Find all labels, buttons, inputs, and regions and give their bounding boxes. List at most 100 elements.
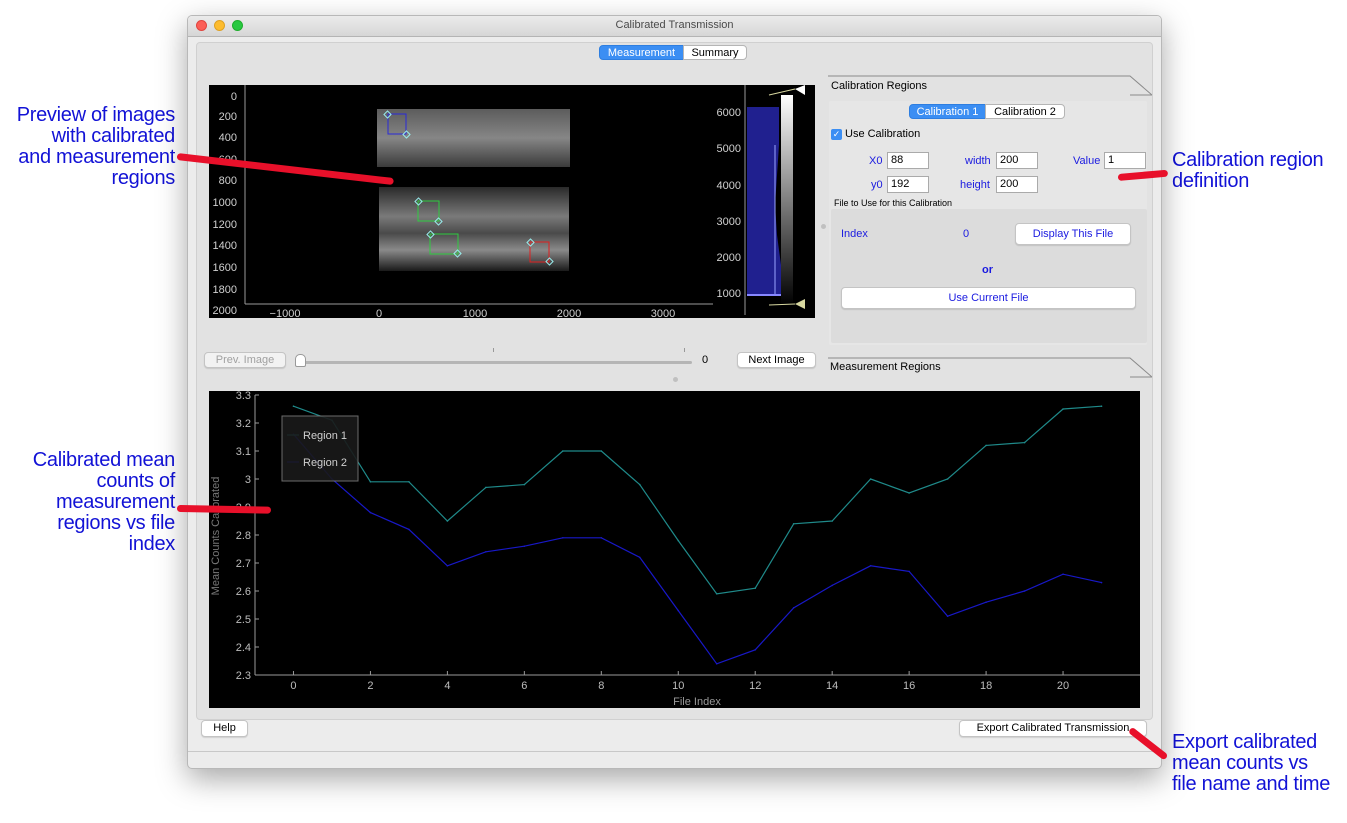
export-calibrated-transmission-button[interactable]: Export Calibrated Transmission	[959, 720, 1147, 737]
next-image-button[interactable]: Next Image	[737, 352, 816, 368]
data-point-region-1	[600, 450, 603, 452]
annotation-preview: Preview of images with calibrated and me…	[0, 104, 176, 189]
histogram-tick-label: 5000	[717, 143, 741, 155]
data-point-region-1	[754, 587, 757, 589]
annotation-line: index	[128, 533, 176, 555]
data-point-region-2	[1100, 581, 1103, 584]
data-point-region-1	[562, 450, 564, 452]
width-label: width	[965, 155, 991, 167]
data-point-region-2	[715, 663, 718, 665]
title-bar: Calibrated Transmission	[188, 16, 1161, 37]
value-label: Value	[1073, 155, 1101, 167]
y-tick-label: 2000	[213, 305, 237, 317]
help-button[interactable]: Help	[201, 720, 248, 737]
splitter-handle[interactable]	[821, 224, 826, 229]
tab-calibration-1[interactable]: Calibration 1	[909, 104, 986, 119]
annotation-line: Preview of images	[16, 104, 176, 126]
tab-summary[interactable]: Summary	[683, 45, 747, 60]
x-tick-label: 10	[672, 680, 684, 692]
annotation-line: definition	[1172, 170, 1250, 192]
data-point-region-1	[831, 520, 833, 522]
use-calibration-checkbox[interactable]: ✓	[831, 129, 842, 140]
chart-x-label: File Index	[673, 696, 721, 708]
y-tick-label: 2.6	[236, 586, 251, 598]
data-point-region-1	[446, 520, 449, 522]
main-panel: Measurement Summary 0 200 400 800 1000 1…	[196, 42, 1153, 720]
x-tick-label: 0	[376, 308, 382, 318]
data-point-region-1	[1023, 441, 1026, 444]
splitter-handle[interactable]	[673, 377, 678, 382]
y-tick-label: 1800	[213, 284, 237, 296]
data-point-region-2	[485, 551, 487, 553]
image-slider-value: 0	[702, 354, 709, 366]
y-tick-label: 200	[219, 111, 237, 123]
annotation-line: regions	[111, 167, 176, 189]
data-point-region-1	[408, 481, 410, 483]
annotation-line: Calibration region	[1172, 149, 1324, 171]
image-slider-track[interactable]	[297, 361, 692, 364]
y-tick-label: 3.3	[236, 391, 251, 402]
y-tick-label: 1400	[213, 240, 237, 252]
annotation-line: Calibrated mean	[32, 449, 176, 471]
data-point-region-2	[831, 584, 833, 587]
histogram-tick-label: 4000	[717, 180, 741, 192]
data-point-region-2	[677, 609, 680, 612]
image-slider-thumb[interactable]	[295, 354, 306, 367]
value-field[interactable]: 1	[1104, 152, 1146, 169]
mean-counts-chart[interactable]: 2.32.42.52.62.72.82.933.13.23.3024681012…	[209, 391, 1140, 708]
index-label: Index	[841, 228, 868, 240]
histogram-tick-label: 2000	[717, 252, 741, 264]
annotation-line: counts of	[96, 470, 176, 492]
tab-measurement[interactable]: Measurement	[599, 45, 684, 60]
legend-entry-region-1: Region 1	[303, 430, 347, 442]
x-tick-label: 0	[290, 680, 296, 692]
tab-calibration-2[interactable]: Calibration 2	[985, 104, 1065, 119]
height-field[interactable]: 200	[996, 176, 1038, 193]
display-this-file-button[interactable]: Display This File	[1015, 223, 1131, 245]
histogram-tick-label: 1000	[717, 288, 741, 300]
y-tick-label: 3.1	[236, 446, 251, 458]
calibration-panel-title: Calibration Regions	[831, 80, 927, 92]
y-tick-label: 3.2	[236, 418, 251, 430]
annotation-line: Export calibrated	[1172, 731, 1317, 753]
y-tick-label: 400	[219, 132, 237, 144]
y-tick-label: 3	[245, 474, 251, 486]
x-tick-label: 8	[598, 680, 604, 692]
data-point-region-2	[754, 649, 757, 651]
x-tick-label: 1000	[463, 308, 487, 318]
x-tick-label: 3000	[651, 308, 675, 318]
data-point-region-2	[908, 570, 910, 573]
annotation-line: file name and time	[1172, 773, 1331, 795]
data-point-region-2	[408, 528, 410, 531]
x0-field[interactable]: 88	[887, 152, 929, 169]
y0-field[interactable]: 192	[887, 176, 929, 193]
use-calibration-label[interactable]: Use Calibration	[845, 128, 920, 140]
window-title: Calibrated Transmission	[615, 19, 734, 31]
data-point-region-1	[715, 593, 718, 595]
image-slider-tick	[493, 348, 494, 352]
annotation-line: measurement	[56, 491, 175, 513]
data-point-region-1	[292, 405, 295, 407]
data-point-region-1	[1062, 408, 1064, 410]
y-tick-label: 2.7	[236, 558, 251, 570]
or-label: or	[982, 264, 993, 276]
annotation-export: Export calibrated mean counts vs file na…	[1172, 732, 1347, 795]
annotation-line: with calibrated	[51, 125, 176, 147]
prev-image-button[interactable]: Prev. Image	[204, 352, 286, 368]
histogram-tick-label: 6000	[717, 107, 741, 119]
y0-label: y0	[871, 179, 883, 191]
data-point-region-2	[638, 556, 641, 559]
image-preview-axes[interactable]: 0 200 400 600 800 1000 1200 1400 1600 18…	[209, 85, 815, 318]
data-point-region-2	[1023, 590, 1026, 592]
x0-label: X0	[869, 155, 883, 167]
data-point-region-2	[369, 511, 372, 514]
histogram-tick-label: 3000	[717, 216, 741, 228]
data-point-region-1	[638, 483, 641, 486]
data-point-region-1	[946, 478, 949, 480]
annotation-calibration-def: Calibration region definition	[1172, 150, 1347, 192]
x-tick-label: 16	[903, 680, 915, 692]
use-current-file-button[interactable]: Use Current File	[841, 287, 1136, 309]
width-field[interactable]: 200	[996, 152, 1038, 169]
x-tick-label: 6	[521, 680, 527, 692]
annotation-line: mean counts vs	[1172, 752, 1308, 774]
